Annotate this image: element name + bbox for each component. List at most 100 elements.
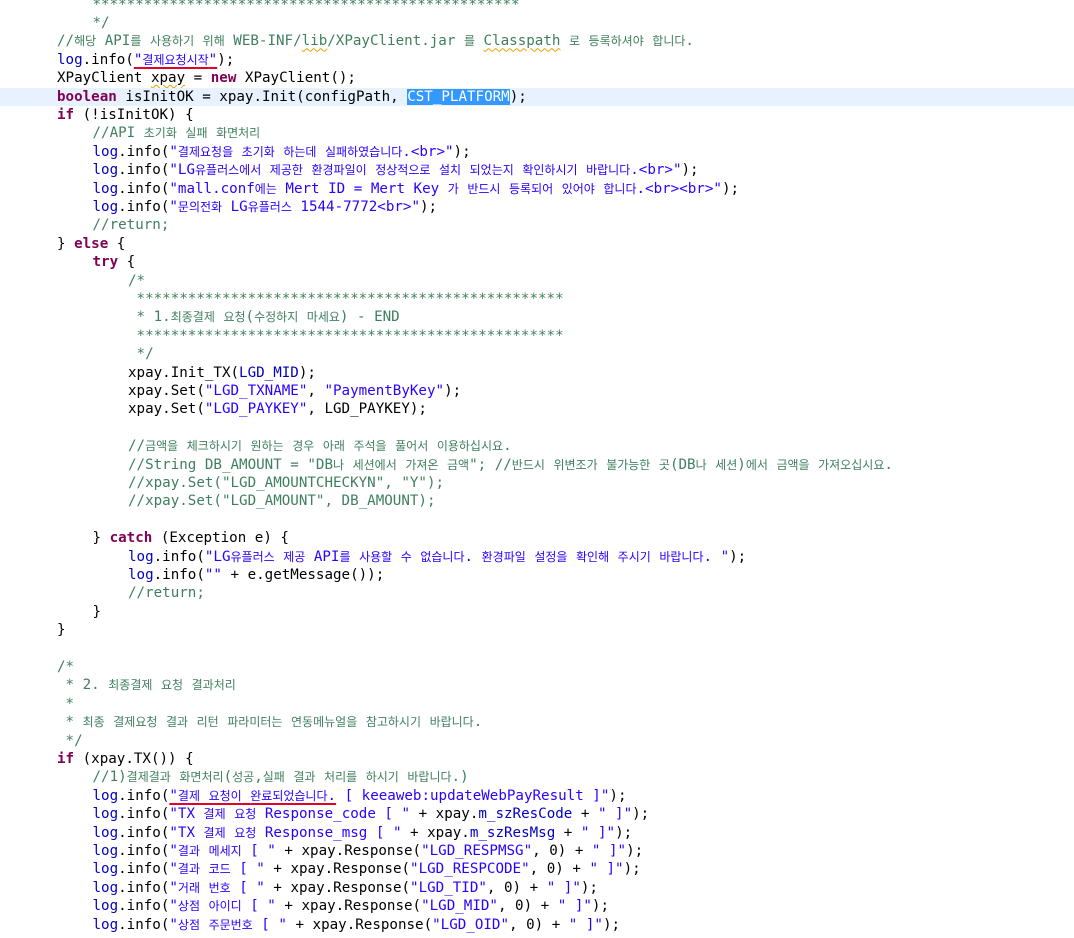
code-line[interactable]: //String DB_AMOUNT = "DB나 세션에서 가져온 금액"; … (0, 456, 1074, 474)
code-line[interactable]: } else { (0, 235, 1074, 253)
code-line[interactable]: * (0, 695, 1074, 713)
code-line[interactable]: * 2. 최종결제 요청 결과처리 (0, 676, 1074, 694)
code-line[interactable]: log.info("결과 메세지 [ " + xpay.Response("LG… (0, 842, 1074, 860)
code-line[interactable]: log.info("결제요청을 초기화 하는데 실패하였습니다.<br>"); (0, 143, 1074, 161)
code-line[interactable]: try { (0, 253, 1074, 271)
code-token: LGD_MID (239, 364, 299, 381)
code-line[interactable]: log.info("결과 코드 [ " + xpay.Response("LGD… (0, 860, 1074, 878)
code-line[interactable]: log.info("mall.conf에는 Mert ID = Mert Key… (0, 180, 1074, 198)
code-line[interactable]: /* (0, 272, 1074, 290)
code-comment: //return; (92, 217, 170, 234)
code-token: log (92, 198, 119, 215)
code-token: + xpay.Response( (286, 916, 433, 933)
code-token: ); (626, 842, 644, 859)
code-line[interactable]: */ (0, 14, 1074, 32)
code-token: log (92, 879, 119, 896)
code-token: .info( (118, 879, 170, 896)
code-comment: //xpay.Set("LGD_AMOUNTCHECKYN", "Y"); (128, 474, 445, 491)
code-token: .info( (118, 824, 170, 841)
code-string: " ]" (597, 806, 633, 823)
code-line[interactable]: //API 초기화 실패 화면처리 (0, 124, 1074, 142)
code-token: ); (602, 916, 621, 933)
code-token: + xpay.Response( (264, 861, 411, 878)
code-line[interactable]: log.info("결제요청시작"); (0, 51, 1074, 69)
code-token: , 0) + (529, 861, 590, 878)
code-line[interactable]: xpay.Set("LGD_TXNAME", "PaymentByKey"); (0, 382, 1074, 400)
code-line[interactable]: * 최종 결제요청 결과 리턴 파라미터는 연동메뉴얼을 참고하시기 바랍니다. (0, 713, 1074, 731)
code-string: "LGD_RESPCODE" (410, 861, 530, 878)
code-string: " ]" (591, 842, 627, 859)
code-line[interactable]: log.info("결제 요청이 완료되었습니다. [ keeaweb:upda… (0, 787, 1074, 805)
code-line[interactable]: /* (0, 658, 1074, 676)
code-keyword: else (74, 235, 109, 252)
code-line[interactable]: //return; (0, 216, 1074, 234)
code-string: "거래 번호 [ " (169, 879, 265, 896)
code-token: } (57, 622, 66, 639)
code-token: , 0) + (532, 842, 592, 859)
code-token: log (128, 566, 154, 583)
code-string: "결제요청을 초기화 하는데 실패하였습니다.<br>" (169, 143, 454, 160)
code-line[interactable]: ****************************************… (0, 327, 1074, 345)
code-string: "mall.conf에는 Mert ID = Mert Key 가 반드시 등록… (169, 180, 722, 197)
code-line[interactable] (0, 511, 1074, 529)
code-line[interactable]: log.info("TX 결제 요청 Response_msg [ " + xp… (0, 824, 1074, 842)
code-line-current[interactable]: boolean isInitOK = xpay.Init(configPath,… (0, 87, 1074, 106)
code-token: .info( (153, 548, 205, 565)
code-token: , 0) + (509, 916, 569, 933)
code-string: "LGD_TXNAME" (204, 382, 308, 399)
code-token: + xpay.Response( (264, 879, 411, 896)
code-line[interactable]: xpay.Init_TX(LGD_MID); (0, 364, 1074, 382)
code-token: ); (444, 382, 462, 399)
code-line[interactable]: */ (0, 345, 1074, 363)
code-line[interactable]: //1)결제결과 화면처리(성공,실패 결과 처리를 하시기 바랍니다.) (0, 768, 1074, 786)
code-line[interactable]: log.info("TX 결제 요청 Response_code [ " + x… (0, 805, 1074, 823)
code-line[interactable]: log.info("거래 번호 [ " + xpay.Response("LGD… (0, 879, 1074, 897)
code-line[interactable]: //해당 API를 사용하기 위해 WEB-INF/lib/XPayClient… (0, 32, 1074, 50)
code-line[interactable]: //return; (0, 584, 1074, 602)
code-line[interactable]: if (!isInitOK) { (0, 106, 1074, 124)
code-line[interactable]: */ (0, 732, 1074, 750)
code-line[interactable]: log.info("" + e.getMessage()); (0, 566, 1074, 584)
code-line[interactable]: if (xpay.TX()) { (0, 750, 1074, 768)
code-line[interactable]: log.info("상점 주문번호 [ " + xpay.Response("L… (0, 916, 1074, 934)
code-token: log (92, 787, 119, 804)
code-line[interactable]: } (0, 621, 1074, 639)
code-comment: lib (301, 33, 328, 50)
code-token: xpay.Set( (128, 401, 205, 418)
code-token: .info( (118, 916, 170, 933)
code-token: (Exception e) { (152, 530, 289, 547)
code-token: log (57, 51, 83, 68)
code-line[interactable]: //xpay.Set("LGD_AMOUNT", DB_AMOUNT); (0, 492, 1074, 510)
code-token: , (307, 382, 325, 399)
code-token: ); (580, 879, 598, 896)
code-token: + xpay. (401, 824, 470, 841)
code-token: , 0) + (497, 898, 558, 915)
code-line[interactable]: xpay.Set("LGD_PAYKEY", LGD_PAYKEY); (0, 400, 1074, 418)
selected-text: CST_PLATFORM (407, 88, 510, 105)
code-line[interactable]: * 1.최종결제 요청(수정하지 마세요) - END (0, 308, 1074, 326)
code-line[interactable]: } (0, 603, 1074, 621)
code-comment: /* (57, 658, 75, 675)
code-line[interactable]: log.info("LG유플러스 제공 API를 사용할 수 없습니다. 환경파… (0, 548, 1074, 566)
code-line[interactable]: ****************************************… (0, 290, 1074, 308)
code-line[interactable]: log.info("문의전화 LG유플러스 1544-7772<br>"); (0, 198, 1074, 216)
code-token: } (92, 603, 102, 620)
code-line[interactable]: } catch (Exception e) { (0, 529, 1074, 547)
code-token: log (128, 548, 154, 565)
code-line[interactable]: ****************************************… (0, 0, 1074, 14)
code-line[interactable]: //xpay.Set("LGD_AMOUNTCHECKYN", "Y"); (0, 474, 1074, 492)
code-token: xpay.Set( (128, 382, 205, 399)
code-keyword: new (210, 70, 237, 87)
code-token: (xpay.TX()) { (74, 750, 194, 767)
code-line[interactable]: log.info("상점 아이디 [ " + xpay.Response("LG… (0, 897, 1074, 915)
code-token: log (92, 162, 119, 179)
code-line[interactable] (0, 419, 1074, 437)
code-line[interactable] (0, 640, 1074, 658)
code-string: "상점 주문번호 [ " (169, 916, 287, 933)
code-line[interactable]: log.info("LG유플러스에서 제공한 환경파일이 정상적으로 설치 되었… (0, 161, 1074, 179)
code-line[interactable]: XPayClient xpay = new XPayClient(); (0, 69, 1074, 87)
code-token: .info( (82, 51, 134, 68)
code-line[interactable]: //금액을 체크하시기 원하는 경우 아래 주석을 풀어서 이용하십시요. (0, 437, 1074, 455)
code-token: log (92, 824, 119, 841)
code-editor[interactable]: ****************************************… (0, 0, 1074, 938)
